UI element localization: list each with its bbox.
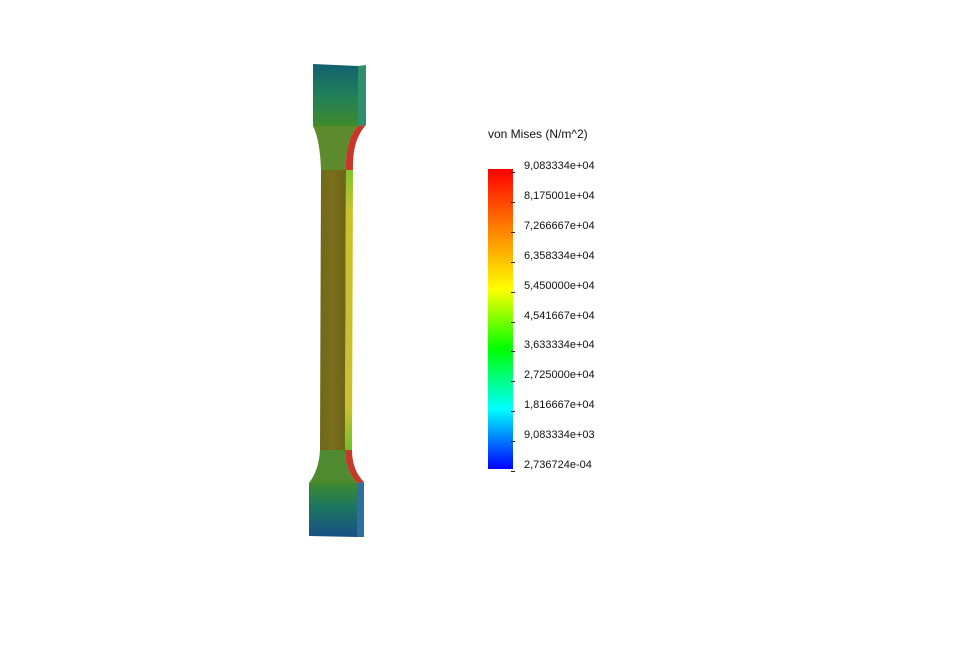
bottom-grip-face xyxy=(309,483,357,537)
legend-tick-mark xyxy=(511,322,515,323)
legend-tick-mark xyxy=(511,471,515,472)
legend-tick-label: 4,541667e+04 xyxy=(524,310,595,322)
bottom-grip-side xyxy=(357,482,364,537)
color-scale-bar xyxy=(488,169,513,469)
top-grip-side xyxy=(358,65,366,126)
legend-title: von Mises (N/m^2) xyxy=(488,127,588,141)
legend-tick-mark xyxy=(511,351,515,352)
legend-tick-mark xyxy=(511,381,515,382)
legend-tick-label: 9,083334e+03 xyxy=(524,429,595,441)
legend-tick-label: 2,736724e-04 xyxy=(524,459,592,471)
top-grip-face xyxy=(313,64,358,126)
legend-tick-label: 8,175001e+04 xyxy=(524,190,595,202)
legend-tick-mark xyxy=(511,441,515,442)
legend-tick-mark xyxy=(511,232,515,233)
legend-tick-mark xyxy=(511,292,515,293)
legend-tick-label: 6,358334e+04 xyxy=(524,250,595,262)
legend-tick-mark xyxy=(511,262,515,263)
legend-tick-label: 7,266667e+04 xyxy=(524,220,595,232)
shaft-face xyxy=(320,170,346,450)
legend-tick-mark xyxy=(511,202,515,203)
legend-tick-label: 9,083334e+04 xyxy=(524,160,595,172)
legend-tick-label: 3,633334e+04 xyxy=(524,339,595,351)
tensile-specimen-model[interactable] xyxy=(0,0,954,649)
legend-tick-label: 2,725000e+04 xyxy=(524,369,595,381)
legend-tick-mark xyxy=(511,411,515,412)
legend-tick-mark xyxy=(511,172,515,173)
shaft-side xyxy=(345,170,353,450)
legend-tick-label: 1,816667e+04 xyxy=(524,399,595,411)
simulation-viewport[interactable]: von Mises (N/m^2) 9,083334e+04 8,175001e+… xyxy=(0,0,954,649)
legend-tick-label: 5,450000e+04 xyxy=(524,280,595,292)
